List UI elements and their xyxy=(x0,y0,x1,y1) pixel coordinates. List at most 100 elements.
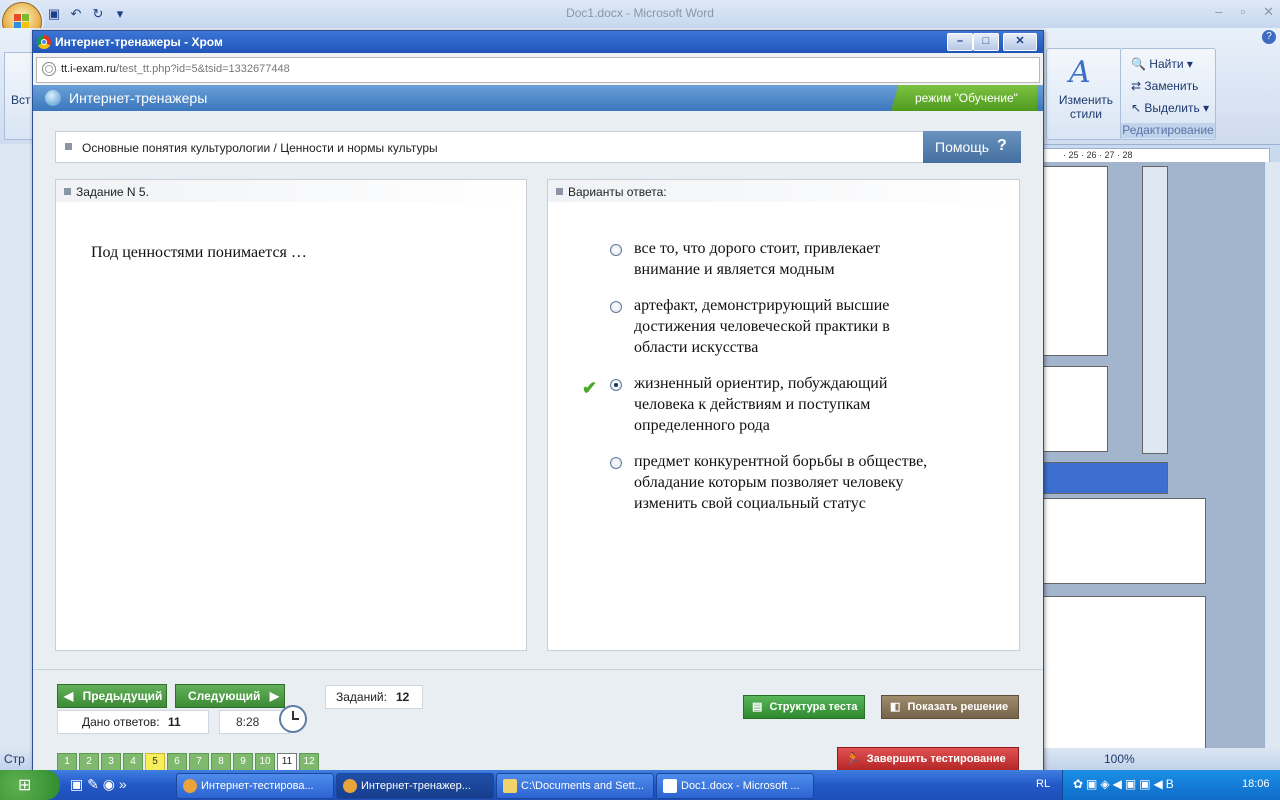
taskbar-item-label: Doc1.docx - Microsoft ... xyxy=(681,780,800,792)
mode-label: режим "Обучение" xyxy=(915,91,1018,105)
list-icon: ▤ xyxy=(752,701,763,713)
change-styles-label: Изменить стили xyxy=(1058,93,1114,121)
url-text: tt.i-exam.ru/test_tt.php?id=5&tsid=13326… xyxy=(61,63,290,75)
url-path: /test_tt.php?id=5&tsid=1332677448 xyxy=(116,63,290,75)
browser-title: Интернет-тренажеры - Хром xyxy=(55,35,223,49)
undo-icon[interactable]: ↶ xyxy=(68,6,84,22)
answer-radio-3[interactable] xyxy=(610,379,622,391)
word-window-controls: – ▫ ✕ xyxy=(1215,4,1274,20)
page-thumbnail xyxy=(1042,166,1108,356)
taskbar-item-label: Интернет-тренажер... xyxy=(361,780,471,792)
start-button[interactable]: ⊞ xyxy=(0,770,60,800)
page-button[interactable]: 9 xyxy=(233,753,253,771)
answers-panel-header: Варианты ответа: xyxy=(548,180,1019,202)
styles-icon: A xyxy=(1069,55,1091,90)
page-button[interactable]: 4 xyxy=(123,753,143,771)
question-panel: Задание N 5. Под ценностями понимается … xyxy=(55,179,527,651)
bullet-icon xyxy=(556,188,563,195)
answer-option-2[interactable]: артефакт, демонстрирующий высшие достиже… xyxy=(634,295,944,358)
tasks-label: Заданий: xyxy=(336,690,387,704)
status-left: Стр xyxy=(4,752,25,766)
browser-titlebar: Интернет-тренажеры - Хром – □ ✕ xyxy=(33,31,1043,53)
answer-option-4[interactable]: предмет конкурентной борьбы в обществе, … xyxy=(634,451,944,514)
help-icon[interactable]: ? xyxy=(1262,30,1276,44)
find-button[interactable]: 🔍 Найти ▾ xyxy=(1131,57,1193,71)
footer-divider xyxy=(33,669,1043,670)
page-button[interactable]: 11 xyxy=(277,753,297,771)
show-solution-button[interactable]: ◧ Показать решение xyxy=(881,695,1019,719)
answer-radio-2[interactable] xyxy=(610,301,622,313)
restore-icon[interactable]: ▫ xyxy=(1240,4,1245,20)
vertical-ruler xyxy=(0,144,32,774)
answered-label: Дано ответов: xyxy=(82,715,160,729)
answered-count-box: Дано ответов: 11 xyxy=(57,710,209,734)
page-button[interactable]: 2 xyxy=(79,753,99,771)
customize-icon[interactable]: ▾ xyxy=(112,6,128,22)
styles-group[interactable]: A Изменить стили xyxy=(1046,48,1122,140)
answer-radio-4[interactable] xyxy=(610,457,622,469)
app-logo-icon xyxy=(45,90,61,106)
taskbar-item[interactable]: Интернет-тестирова... xyxy=(176,773,334,799)
replace-label: Заменить xyxy=(1144,79,1199,93)
page-button[interactable]: 1 xyxy=(57,753,77,771)
app-header: Интернет-тренажеры xyxy=(33,85,1043,111)
document-area xyxy=(1042,162,1268,752)
browser-window: Интернет-тренажеры - Хром – □ ✕ tt.i-exa… xyxy=(32,30,1044,772)
clock-time: 18:06 xyxy=(1242,778,1270,790)
page-button[interactable]: 6 xyxy=(167,753,187,771)
finish-test-button[interactable]: 🏃 Завершить тестирование xyxy=(837,747,1019,771)
taskbar-item[interactable]: C:\Documents and Sett... xyxy=(496,773,654,799)
replace-button[interactable]: ⇄ Заменить xyxy=(1131,79,1198,93)
close-icon[interactable]: ✕ xyxy=(1263,4,1274,20)
answer-option-3[interactable]: жизненный ориентир, побуждающий человека… xyxy=(634,373,944,436)
folder-icon xyxy=(503,779,517,794)
minimize-icon[interactable]: – xyxy=(1215,4,1222,20)
question-icon: ? xyxy=(997,137,1007,154)
word-window-title: Doc1.docx - Microsoft Word xyxy=(566,6,714,20)
help-button[interactable]: Помощь ? xyxy=(923,131,1021,163)
page-button[interactable]: 8 xyxy=(211,753,231,771)
close-button[interactable]: ✕ xyxy=(1003,33,1037,51)
mode-badge: режим "Обучение" xyxy=(891,85,1037,111)
answer-radio-1[interactable] xyxy=(610,244,622,256)
zoom-level[interactable]: 100% xyxy=(1104,752,1135,766)
page-button-current[interactable]: 5 xyxy=(145,753,165,771)
language-indicator[interactable]: RL xyxy=(1036,778,1050,790)
editing-group-label: Редактирование xyxy=(1121,123,1215,138)
select-button[interactable]: ↖ Выделить ▾ xyxy=(1131,101,1209,115)
page-info-icon[interactable] xyxy=(42,62,56,76)
tasks-count-box: Заданий: 12 xyxy=(325,685,423,709)
page-button[interactable]: 12 xyxy=(299,753,319,771)
bullet-icon xyxy=(64,188,71,195)
chrome-icon xyxy=(343,779,357,794)
maximize-button[interactable]: □ xyxy=(973,33,999,51)
minimize-button[interactable]: – xyxy=(947,33,973,51)
ribbon-left-label[interactable]: Вст xyxy=(11,93,31,107)
taskbar-item[interactable]: Doc1.docx - Microsoft ... xyxy=(656,773,814,799)
check-icon: ✔ xyxy=(582,378,598,398)
redo-icon[interactable]: ↻ xyxy=(90,6,106,22)
task-number: Задание N 5. xyxy=(76,185,149,199)
windows-logo-icon: ⊞ xyxy=(18,777,32,794)
page-button[interactable]: 7 xyxy=(189,753,209,771)
answer-option-1[interactable]: все то, что дорого стоит, привлекает вни… xyxy=(634,238,944,280)
answered-count: 11 xyxy=(168,715,181,729)
quicklaunch-icons[interactable]: ▣ ✎ ◉ » xyxy=(70,776,127,793)
page-navigator: 1 2 3 4 5 6 7 8 9 10 11 12 xyxy=(57,753,319,771)
tray-icons[interactable]: ✿▣◈◀▣▣◀B xyxy=(1073,777,1177,791)
next-label: Следующий xyxy=(188,689,261,703)
clock-icon xyxy=(279,705,307,733)
show-solution-label: Показать решение xyxy=(907,701,1009,713)
next-button[interactable]: Следующий ▶ xyxy=(175,684,285,708)
save-icon[interactable]: ▣ xyxy=(46,6,62,22)
address-bar[interactable]: tt.i-exam.ru/test_tt.php?id=5&tsid=13326… xyxy=(36,57,1040,83)
vertical-scrollbar[interactable] xyxy=(1264,162,1280,750)
page-button[interactable]: 10 xyxy=(255,753,275,771)
previous-button[interactable]: ◀ Предыдущий xyxy=(57,684,167,708)
app-title: Интернет-тренажеры xyxy=(69,90,208,106)
taskbar-item-active[interactable]: Интернет-тренажер... xyxy=(336,773,494,799)
answers-panel: Варианты ответа: все то, что дорого стои… xyxy=(547,179,1020,651)
tasks-count: 12 xyxy=(396,690,410,704)
page-button[interactable]: 3 xyxy=(101,753,121,771)
test-structure-button[interactable]: ▤ Структура теста xyxy=(743,695,865,719)
